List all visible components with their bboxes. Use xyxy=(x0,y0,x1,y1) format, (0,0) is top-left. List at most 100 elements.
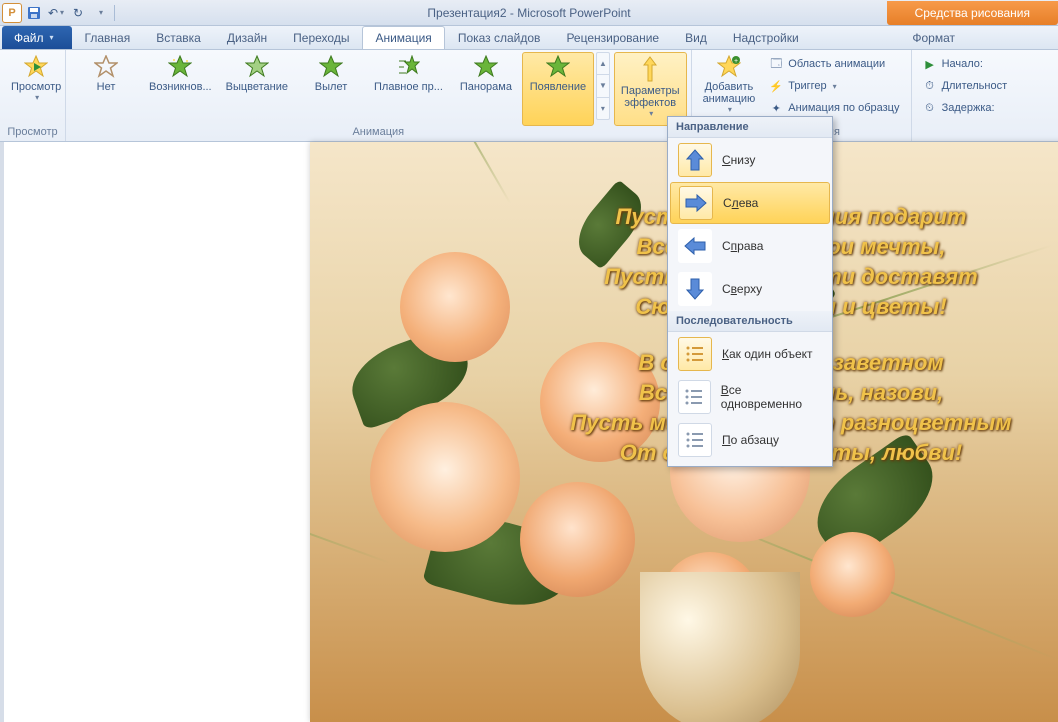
effect-options-label: Параметры эффектов xyxy=(621,85,680,109)
star-wipe-icon xyxy=(546,55,570,79)
direction-label: Сверху xyxy=(722,282,762,296)
preview-button[interactable]: Просмотр ▾ xyxy=(4,52,68,126)
redo-icon[interactable]: ↻ xyxy=(68,3,88,23)
gallery-down-icon[interactable]: ▼ xyxy=(597,75,609,97)
direction-label: Справа xyxy=(722,239,763,253)
tab-review[interactable]: Рецензирование xyxy=(553,26,672,49)
delay-icon: ⏲ xyxy=(922,100,938,116)
arrow-down-icon xyxy=(678,272,712,306)
ribbon: Просмотр ▾ Просмотр Нет Возникнов... Выц… xyxy=(0,50,1058,142)
effect-options-menu: Направление Снизу Слева Справа Сверху По… xyxy=(667,116,833,467)
qat-customize-icon[interactable]: ▾ xyxy=(90,3,110,23)
timing-start-label: Начало: xyxy=(942,58,983,70)
svg-text:+: + xyxy=(734,58,738,65)
tab-animation[interactable]: Анимация xyxy=(362,26,444,49)
tab-insert[interactable]: Вставка xyxy=(143,26,214,49)
play-icon: ▶ xyxy=(922,56,938,72)
tab-design[interactable]: Дизайн xyxy=(214,26,280,49)
anim-appear-label: Возникнов... xyxy=(149,81,212,93)
animation-gallery[interactable]: Нет Возникнов... Выцветание Вылет Плавно… xyxy=(70,52,610,126)
anim-split[interactable]: Панорама xyxy=(450,52,522,126)
add-animation-label: Добавить анимацию xyxy=(703,81,756,105)
direction-from-bottom[interactable]: Снизу xyxy=(670,139,830,181)
star-split-icon xyxy=(474,55,498,79)
anim-float-label: Плавное пр... xyxy=(374,81,443,93)
star-float-icon xyxy=(396,55,420,79)
anim-none-label: Нет xyxy=(97,81,116,93)
anim-split-label: Панорама xyxy=(460,81,512,93)
timing-delay[interactable]: ⏲Задержка: xyxy=(922,98,1008,118)
rose-decor xyxy=(370,402,520,552)
tab-addins[interactable]: Надстройки xyxy=(720,26,812,49)
gallery-more-icon[interactable]: ▾ xyxy=(597,98,609,119)
add-animation-button[interactable]: + Добавить анимацию ▾ xyxy=(696,52,763,126)
branch-decor xyxy=(409,142,511,204)
pane-icon: 🗔 xyxy=(768,56,784,72)
anim-none[interactable]: Нет xyxy=(70,52,142,126)
anim-wipe[interactable]: Появление xyxy=(522,52,594,126)
tab-file[interactable]: Файл xyxy=(2,26,72,49)
sequence-all-at-once[interactable]: Все одновременно xyxy=(670,376,830,418)
animation-painter-button[interactable]: ✦ Анимация по образцу xyxy=(768,98,899,118)
rose-decor xyxy=(810,532,895,617)
anim-fade[interactable]: Выцветание xyxy=(219,52,295,126)
group-timing-label xyxy=(912,125,1058,141)
timing-start[interactable]: ▶ Начало: xyxy=(922,54,1008,74)
list-all-icon xyxy=(678,380,711,414)
tab-format[interactable]: Формат xyxy=(899,26,968,49)
list-group-icon xyxy=(678,337,712,371)
animation-pane-button[interactable]: 🗔 Область анимации xyxy=(768,54,899,74)
tab-home[interactable]: Главная xyxy=(72,26,144,49)
trigger-icon: ⚡ xyxy=(768,78,784,94)
animation-painter-label: Анимация по образцу xyxy=(788,102,899,114)
contextual-tab-drawing-tools: Средства рисования xyxy=(887,1,1058,25)
direction-from-left[interactable]: Слева xyxy=(670,182,830,224)
effect-options-button[interactable]: Параметры эффектов ▾ xyxy=(614,52,687,126)
arrow-right-icon xyxy=(679,186,713,220)
group-animation-label: Анимация xyxy=(66,126,691,141)
gallery-up-icon[interactable]: ▲ xyxy=(597,53,609,75)
direction-label: Снизу xyxy=(722,153,755,167)
quick-access-toolbar: P ↶▾ ↻ ▾ xyxy=(0,3,117,23)
direction-from-top[interactable]: Сверху xyxy=(670,268,830,310)
sequence-as-one-object[interactable]: Как один объект xyxy=(670,333,830,375)
menu-header-sequence: Последовательность xyxy=(668,311,832,332)
anim-flyin-label: Вылет xyxy=(315,81,347,93)
painter-icon: ✦ xyxy=(768,100,784,116)
effect-options-icon xyxy=(636,55,664,83)
animation-pane-label: Область анимации xyxy=(788,58,885,70)
star-none-icon xyxy=(94,55,118,79)
group-timing: ▶ Начало: ⏱Длительност ⏲Задержка: xyxy=(912,50,1058,141)
slide-canvas-area[interactable]: Пусть день рождения подарит Всё то, о чё… xyxy=(4,142,1058,722)
anim-flyin[interactable]: Вылет xyxy=(295,52,367,126)
trigger-button[interactable]: ⚡Триггер▾ xyxy=(768,76,899,96)
workspace: Пусть день рождения подарит Всё то, о чё… xyxy=(0,142,1058,722)
window-title: Презентация2 - Microsoft PowerPoint xyxy=(427,6,630,20)
anim-wipe-label: Появление xyxy=(530,81,586,93)
group-animation: Нет Возникнов... Выцветание Вылет Плавно… xyxy=(66,50,692,141)
sequence-label: Как один объект xyxy=(722,347,813,361)
save-icon[interactable] xyxy=(24,3,44,23)
ribbon-tabs: Файл Главная Вставка Дизайн Переходы Ани… xyxy=(0,26,1058,50)
timing-duration-label: Длительност xyxy=(942,80,1008,92)
tab-view[interactable]: Вид xyxy=(672,26,720,49)
tab-transitions[interactable]: Переходы xyxy=(280,26,362,49)
sequence-label: Все одновременно xyxy=(721,383,822,411)
undo-icon[interactable]: ↶▾ xyxy=(46,3,66,23)
direction-from-right[interactable]: Справа xyxy=(670,225,830,267)
anim-fade-label: Выцветание xyxy=(226,81,288,93)
anim-appear[interactable]: Возникнов... xyxy=(142,52,219,126)
list-para-icon xyxy=(678,423,712,457)
app-icon[interactable]: P xyxy=(2,3,22,23)
anim-float[interactable]: Плавное пр... xyxy=(367,52,450,126)
arrow-up-icon xyxy=(678,143,712,177)
preview-label: Просмотр xyxy=(11,81,61,93)
sequence-label: По абзацу xyxy=(722,433,779,447)
star-fade-icon xyxy=(245,55,269,79)
timing-duration[interactable]: ⏱Длительност xyxy=(922,76,1008,96)
group-preview-label: Просмотр xyxy=(0,126,65,141)
tab-slideshow[interactable]: Показ слайдов xyxy=(445,26,554,49)
sequence-by-paragraph[interactable]: По абзацу xyxy=(670,419,830,461)
star-add-icon: + xyxy=(717,55,741,79)
gallery-scroll[interactable]: ▲ ▼ ▾ xyxy=(596,52,610,120)
